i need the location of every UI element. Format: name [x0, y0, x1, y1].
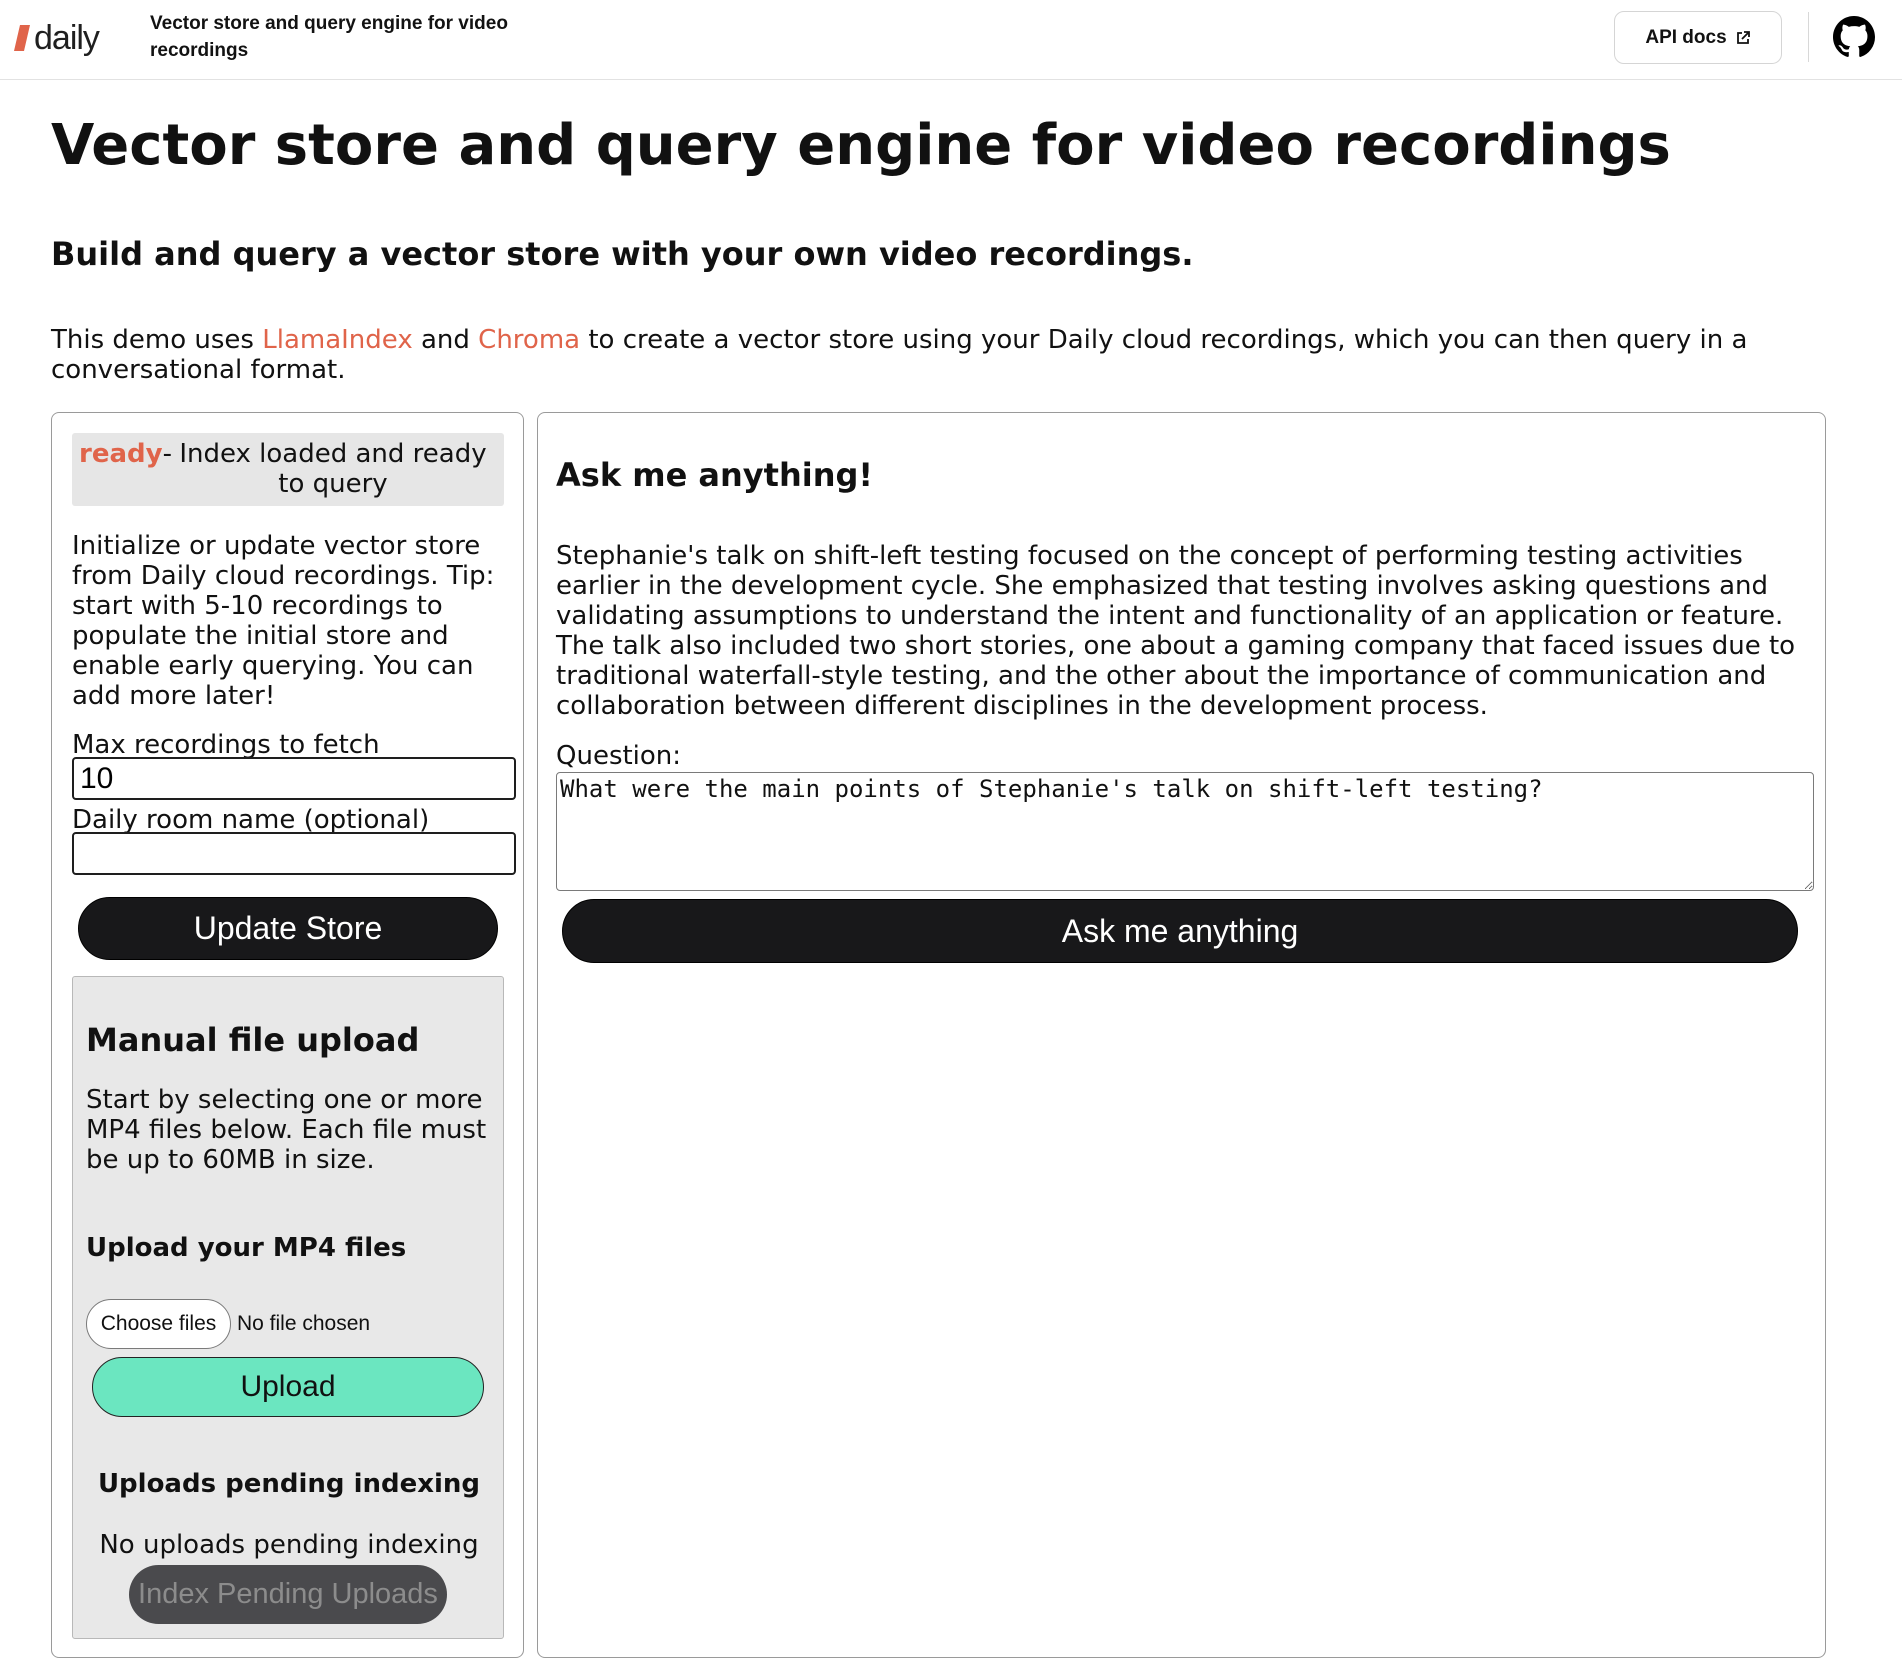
ask-title: Ask me anything! [556, 456, 873, 494]
llamaindex-link[interactable]: LlamaIndex [262, 325, 412, 355]
top-header: daily Vector store and query engine for … [0, 0, 1902, 80]
choose-files-button[interactable]: Choose files [86, 1299, 231, 1349]
upload-mp4-subtitle: Upload your MP4 files [86, 1233, 407, 1263]
max-recordings-label: Max recordings to fetch [72, 730, 380, 760]
pending-uploads-empty: No uploads pending indexing [99, 1530, 479, 1560]
manual-upload-text: Start by selecting one or more MP4 files… [86, 1085, 487, 1175]
intro-paragraph: This demo uses LlamaIndex and Chroma to … [51, 325, 1811, 385]
query-panel: Ask me anything! Stephanie's talk on shi… [537, 412, 1826, 1658]
room-name-label: Daily room name (optional) [72, 805, 430, 835]
manual-upload-title: Manual file upload [86, 1021, 420, 1059]
ask-button[interactable]: Ask me anything [562, 899, 1798, 963]
room-name-input[interactable] [72, 832, 516, 875]
page-title: Vector store and query engine for video … [51, 113, 1671, 178]
api-docs-button[interactable]: API docs [1614, 11, 1782, 64]
external-link-icon [1736, 30, 1750, 44]
header-divider [1808, 12, 1809, 62]
max-recordings-input[interactable] [72, 757, 516, 800]
status-message: Index loaded and ready to query [179, 439, 487, 499]
status-dash: - [162, 439, 172, 469]
daily-logo-mark-icon [14, 25, 30, 51]
logo-text: daily [34, 18, 100, 57]
upload-button[interactable]: Upload [92, 1357, 484, 1417]
page-subtitle: Build and query a vector store with your… [51, 235, 1194, 273]
store-panel: ready - Index loaded and ready to query … [51, 412, 524, 1658]
api-docs-label: API docs [1645, 26, 1727, 48]
intro-text-2: and [412, 325, 479, 355]
no-file-chosen-text: No file chosen [237, 1312, 371, 1335]
intro-text-1: This demo uses [51, 325, 263, 355]
status-word: ready [79, 439, 163, 469]
chroma-link[interactable]: Chroma [478, 325, 580, 355]
store-description: Initialize or update vector store from D… [72, 531, 495, 711]
question-input[interactable]: What were the main points of Stephanie's… [556, 772, 1814, 891]
status-badge: ready - Index loaded and ready to query [72, 433, 504, 506]
update-store-button[interactable]: Update Store [78, 897, 498, 960]
github-icon[interactable] [1833, 16, 1875, 58]
answer-text: Stephanie's talk on shift-left testing f… [556, 541, 1796, 721]
manual-upload-section: Manual file upload Start by selecting on… [72, 976, 504, 1639]
header-title: Vector store and query engine for video … [150, 13, 508, 61]
index-pending-uploads-button[interactable]: Index Pending Uploads [129, 1565, 447, 1624]
question-label: Question: [556, 741, 682, 771]
pending-uploads-title: Uploads pending indexing [97, 1469, 481, 1499]
daily-logo[interactable]: daily [14, 16, 100, 60]
